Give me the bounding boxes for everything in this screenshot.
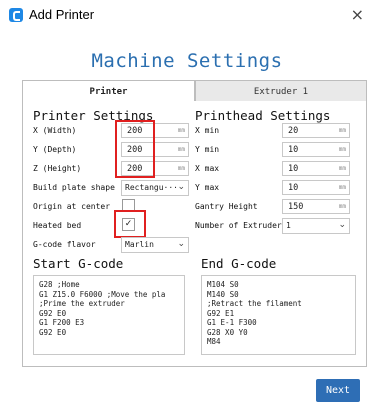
y-min-label: Y min — [195, 145, 220, 154]
y-max-value: 10 — [288, 183, 299, 193]
chevron-down-icon: ⌄ — [177, 239, 185, 249]
heated-bed-highlight — [114, 210, 146, 238]
build-plate-value: Rectangu··· — [125, 183, 178, 192]
start-gcode-editor[interactable]: G28 ;Home G1 Z15.0 F6000 ;Move the pla ;… — [33, 275, 185, 355]
gcode-flavor-value: Marlin — [125, 240, 154, 249]
cura-logo-icon — [9, 8, 23, 22]
y-max-input[interactable]: 10 mm — [282, 180, 350, 195]
depth-unit: mm — [177, 146, 185, 153]
x-max-input[interactable]: 10 mm — [282, 161, 350, 176]
title-bar: Add Printer × — [0, 0, 374, 32]
x-max-label: X max — [195, 164, 220, 173]
chevron-down-icon: ⌄ — [177, 182, 185, 192]
height-label: Z (Height) — [33, 164, 82, 173]
gantry-height-unit: mm — [338, 203, 346, 210]
x-max-value: 10 — [288, 164, 299, 174]
page-title: Machine Settings — [91, 50, 283, 72]
gantry-height-value: 150 — [288, 202, 304, 212]
tab-extruder-1[interactable]: Extruder 1 — [195, 80, 367, 102]
x-min-label: X min — [195, 126, 220, 135]
y-max-label: Y max — [195, 183, 220, 192]
gcode-flavor-label: G-code flavor — [33, 240, 96, 249]
next-button[interactable]: Next — [316, 379, 360, 402]
y-min-value: 10 — [288, 145, 299, 155]
height-unit: mm — [177, 165, 185, 172]
build-plate-label: Build plate shape — [33, 183, 115, 192]
y-max-unit: mm — [338, 184, 346, 191]
x-min-unit: mm — [338, 127, 346, 134]
y-min-unit: mm — [338, 146, 346, 153]
num-extruders-label: Number of Extruders — [195, 221, 287, 230]
x-min-input[interactable]: 20 mm — [282, 123, 350, 138]
gantry-height-input[interactable]: 150 mm — [282, 199, 350, 214]
width-label: X (Width) — [33, 126, 77, 135]
tab-printer[interactable]: Printer — [22, 80, 195, 102]
num-extruders-select[interactable]: 1 ⌄ — [282, 218, 350, 234]
depth-label: Y (Depth) — [33, 145, 77, 154]
end-gcode-editor[interactable]: M104 S0 M140 S0 ;Retract the filament G9… — [201, 275, 356, 355]
end-gcode-title: End G-code — [201, 256, 277, 271]
x-max-unit: mm — [338, 165, 346, 172]
printhead-settings-title: Printhead Settings — [195, 108, 331, 123]
y-min-input[interactable]: 10 mm — [282, 142, 350, 157]
x-min-value: 20 — [288, 126, 299, 136]
window-title: Add Printer — [29, 7, 95, 22]
num-extruders-value: 1 — [286, 221, 291, 230]
chevron-down-icon: ⌄ — [338, 220, 346, 230]
close-icon[interactable]: × — [351, 5, 364, 24]
heated-bed-label: Heated bed — [33, 221, 82, 230]
gantry-height-label: Gantry Height — [195, 202, 258, 211]
dimensions-highlight — [115, 120, 155, 178]
gcode-flavor-select[interactable]: Marlin ⌄ — [121, 237, 189, 253]
origin-center-label: Origin at center — [33, 202, 111, 211]
start-gcode-title: Start G-code — [33, 256, 124, 271]
build-plate-select[interactable]: Rectangu··· ⌄ — [121, 180, 189, 196]
width-unit: mm — [177, 127, 185, 134]
